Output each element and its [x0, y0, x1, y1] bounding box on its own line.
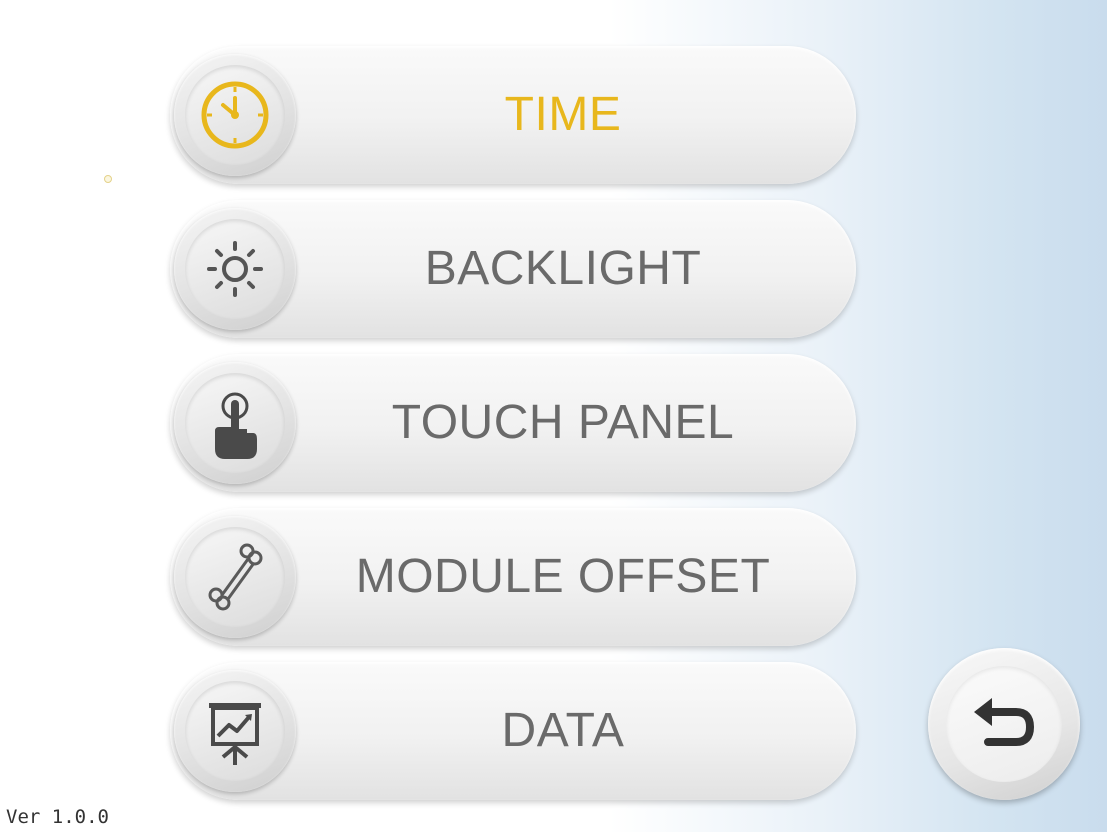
menu-item-module-offset[interactable]: MODULE OFFSET: [170, 508, 856, 646]
indicator-dot: [104, 175, 112, 183]
menu-item-time[interactable]: TIME: [170, 46, 856, 184]
sun-icon: [207, 241, 263, 297]
sun-icon-disk: [174, 208, 296, 330]
clock-icon-disk: [174, 54, 296, 176]
presentation-chart-icon: [209, 703, 261, 765]
menu-item-backlight-label: BACKLIGHT: [424, 242, 702, 295]
menu-item-touch-panel-label: TOUCH PANEL: [391, 396, 735, 449]
menu-item-module-offset-label: MODULE OFFSET: [355, 550, 771, 603]
menu-item-time-label: TIME: [504, 88, 622, 141]
menu-item-data[interactable]: DATA: [170, 662, 856, 800]
undo-arrow-icon: [974, 698, 1034, 746]
clock-icon: [201, 81, 269, 149]
menu-item-data-label: DATA: [501, 704, 625, 757]
bone-icon-disk: [174, 516, 296, 638]
hand-touch-icon-disk: [174, 362, 296, 484]
version-label: Ver 1.0.0: [6, 806, 109, 828]
back-button[interactable]: [928, 648, 1080, 800]
menu-item-backlight[interactable]: BACKLIGHT: [170, 200, 856, 338]
presentation-chart-icon-disk: [174, 670, 296, 792]
bone-icon: [208, 543, 263, 611]
menu-item-touch-panel[interactable]: TOUCH PANEL: [170, 354, 856, 492]
hand-touch-icon: [215, 392, 257, 459]
